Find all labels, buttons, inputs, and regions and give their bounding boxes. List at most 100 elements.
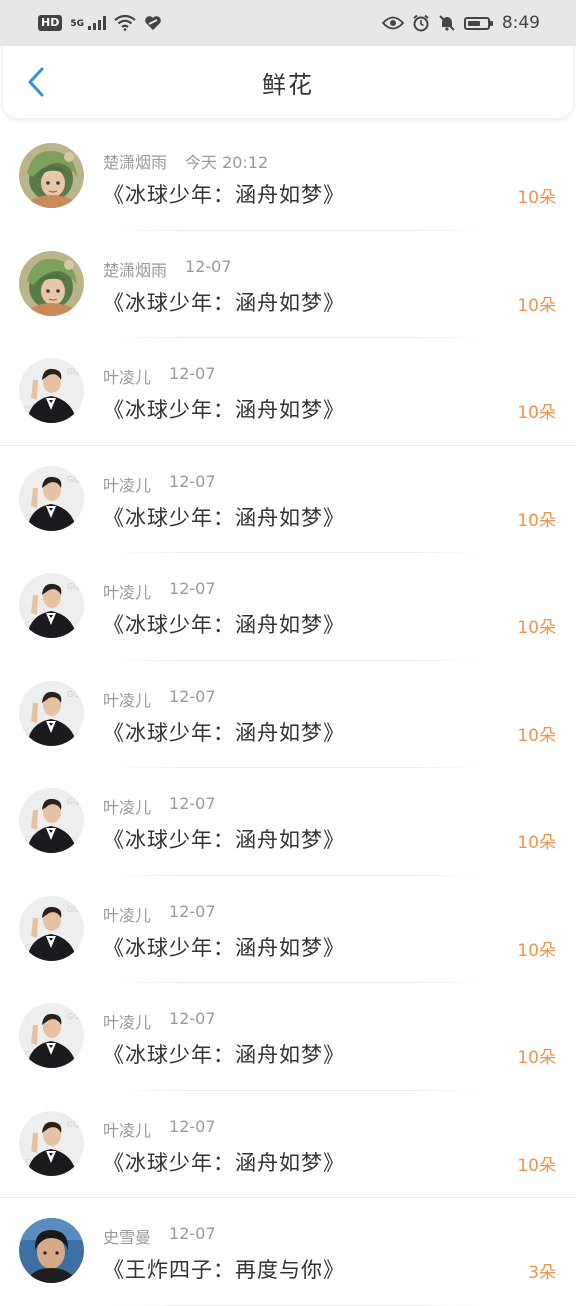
wifi-icon <box>114 15 136 31</box>
flower-count: 10朵 <box>517 618 556 638</box>
list-item[interactable]: 楚潇烟雨 12-07 《冰球少年：涵舟如梦》 10朵 <box>0 231 576 339</box>
flower-count: 10朵 <box>517 725 556 746</box>
item-meta: 叶凌儿 12-07 <box>103 794 216 818</box>
list-item[interactable]: GQ GQ 叶凌儿 12-07 《冰球少年：涵舟如梦》 10朵 <box>0 661 576 769</box>
work-title[interactable]: 《冰球少年：涵舟如梦》 <box>103 717 345 747</box>
timestamp: 12-07 <box>169 1224 216 1243</box>
item-meta: 史雪曼 12-07 <box>103 1224 216 1248</box>
avatar[interactable]: GQ GQ <box>19 788 84 853</box>
work-title[interactable]: 《冰球少年：涵舟如梦》 <box>103 287 345 317</box>
username: 叶凌儿 <box>103 583 152 602</box>
username: 叶凌儿 <box>103 475 152 495</box>
timestamp: 12-07 <box>169 686 216 706</box>
work-title[interactable]: 《冰球少年：涵舟如梦》 <box>103 1147 345 1177</box>
item-meta: 叶凌儿 12-07 <box>103 472 216 496</box>
username: 叶凌儿 <box>103 690 152 710</box>
battery-level <box>467 20 481 26</box>
flower-count: 10朵 <box>517 188 556 208</box>
mute-bell-icon <box>439 15 455 31</box>
status-right: 8:49 <box>381 13 540 33</box>
avatar[interactable]: GQ GQ <box>19 573 84 638</box>
avatar[interactable]: GQ GQ <box>19 895 84 961</box>
clock: 8:49 <box>501 13 540 33</box>
username: 叶凌儿 <box>103 905 152 925</box>
username: 史雪曼 <box>103 1228 152 1247</box>
username: 楚潇烟雨 <box>103 153 168 172</box>
chevron-left-icon <box>28 67 44 97</box>
timestamp: 12-07 <box>169 1009 216 1028</box>
eye-icon <box>381 16 404 30</box>
page-title: 鲜花 <box>262 70 314 99</box>
network-type: 5G <box>70 19 84 29</box>
flower-count: 10朵 <box>517 1048 556 1068</box>
work-title[interactable]: 《冰球少年：涵舟如梦》 <box>103 394 345 424</box>
battery-icon <box>463 16 493 30</box>
flower-count: 10朵 <box>517 295 556 316</box>
flower-list: 楚潇烟雨 今天 20:12 《冰球少年：涵舟如梦》 10朵 楚潇烟雨 12-07 《冰球少… <box>0 123 576 1306</box>
flower-count: 10朵 <box>517 403 556 423</box>
timestamp: 12-07 <box>169 579 216 598</box>
svg-text:GQ: GQ <box>67 475 80 484</box>
timestamp: 12-07 <box>169 794 216 813</box>
header: 鲜花 <box>2 46 574 119</box>
username: 叶凌儿 <box>103 798 152 817</box>
alarm-icon <box>413 14 429 32</box>
hd-icon: HD <box>38 15 63 31</box>
heart-link-icon <box>145 16 161 30</box>
item-meta: 叶凌儿 12-07 <box>103 902 216 926</box>
avatar[interactable]: GQ GQ <box>19 465 84 531</box>
svg-text:GQ: GQ <box>67 690 80 699</box>
username: 叶凌儿 <box>103 1013 152 1032</box>
timestamp: 12-07 <box>169 1116 216 1136</box>
status-bar: HD 5G 8:49 <box>0 0 576 46</box>
avatar[interactable] <box>19 143 84 208</box>
list-item[interactable]: GQ GQ 叶凌儿 12-07 《冰球少年：涵舟如梦》 10朵 <box>0 768 576 876</box>
item-meta: 叶凌儿 12-07 <box>103 579 216 603</box>
flower-count: 3朵 <box>528 1263 556 1283</box>
svg-text:GQ: GQ <box>67 905 80 914</box>
back-button[interactable] <box>19 64 53 100</box>
svg-text:GQ: GQ <box>67 1120 80 1129</box>
list-item[interactable]: GQ GQ 叶凌儿 12-07 《冰球少年：涵舟如梦》 10朵 <box>0 338 576 446</box>
avatar[interactable]: GQ GQ <box>19 358 84 423</box>
flower-count: 10朵 <box>517 510 556 531</box>
list-item[interactable]: GQ GQ 叶凌儿 12-07 《冰球少年：涵舟如梦》 10朵 <box>0 1091 576 1199</box>
item-meta: 叶凌儿 12-07 <box>103 1117 216 1141</box>
username: 楚潇烟雨 <box>103 260 168 280</box>
timestamp: 12-07 <box>185 256 232 276</box>
avatar[interactable]: GQ GQ <box>19 1003 84 1068</box>
list-item[interactable]: 史雪曼 12-07 《王炸四子：再度与你》 3朵 <box>0 1198 576 1306</box>
timestamp: 今天 20:12 <box>185 153 269 172</box>
status-left: HD 5G <box>38 15 162 31</box>
timestamp: 12-07 <box>169 471 216 491</box>
signal-icon <box>88 16 106 30</box>
svg-text:GQ: GQ <box>67 1012 80 1021</box>
svg-text:GQ: GQ <box>67 797 80 806</box>
timestamp: 12-07 <box>169 364 216 383</box>
list-item[interactable]: 楚潇烟雨 今天 20:12 《冰球少年：涵舟如梦》 10朵 <box>0 123 576 231</box>
avatar[interactable]: GQ GQ <box>19 680 84 746</box>
work-title[interactable]: 《冰球少年：涵舟如梦》 <box>103 1039 345 1069</box>
item-meta: 楚潇烟雨 12-07 <box>103 257 232 281</box>
list-item[interactable]: GQ GQ 叶凌儿 12-07 《冰球少年：涵舟如梦》 10朵 <box>0 876 576 984</box>
item-meta: 叶凌儿 12-07 <box>103 1009 216 1033</box>
work-title[interactable]: 《冰球少年：涵舟如梦》 <box>103 502 345 532</box>
avatar[interactable] <box>19 1218 84 1283</box>
work-title[interactable]: 《冰球少年：涵舟如梦》 <box>103 824 345 854</box>
avatar[interactable] <box>19 250 84 316</box>
timestamp: 12-07 <box>169 901 216 921</box>
list-item[interactable]: GQ GQ 叶凌儿 12-07 《冰球少年：涵舟如梦》 10朵 <box>0 446 576 554</box>
username: 叶凌儿 <box>103 368 152 387</box>
item-meta: 楚潇烟雨 今天 20:12 <box>103 149 268 173</box>
username: 叶凌儿 <box>103 1120 152 1140</box>
flower-count: 10朵 <box>517 940 556 961</box>
work-title[interactable]: 《冰球少年：涵舟如梦》 <box>103 609 345 639</box>
work-title[interactable]: 《冰球少年：涵舟如梦》 <box>103 932 345 962</box>
item-meta: 叶凌儿 12-07 <box>103 687 216 711</box>
flower-count: 10朵 <box>517 1155 556 1176</box>
list-item[interactable]: GQ GQ 叶凌儿 12-07 《冰球少年：涵舟如梦》 10朵 <box>0 553 576 661</box>
flower-count: 10朵 <box>517 833 556 853</box>
list-item[interactable]: GQ GQ 叶凌儿 12-07 《冰球少年：涵舟如梦》 10朵 <box>0 983 576 1091</box>
avatar[interactable]: GQ GQ <box>19 1110 84 1176</box>
work-title[interactable]: 《冰球少年：涵舟如梦》 <box>103 179 345 209</box>
